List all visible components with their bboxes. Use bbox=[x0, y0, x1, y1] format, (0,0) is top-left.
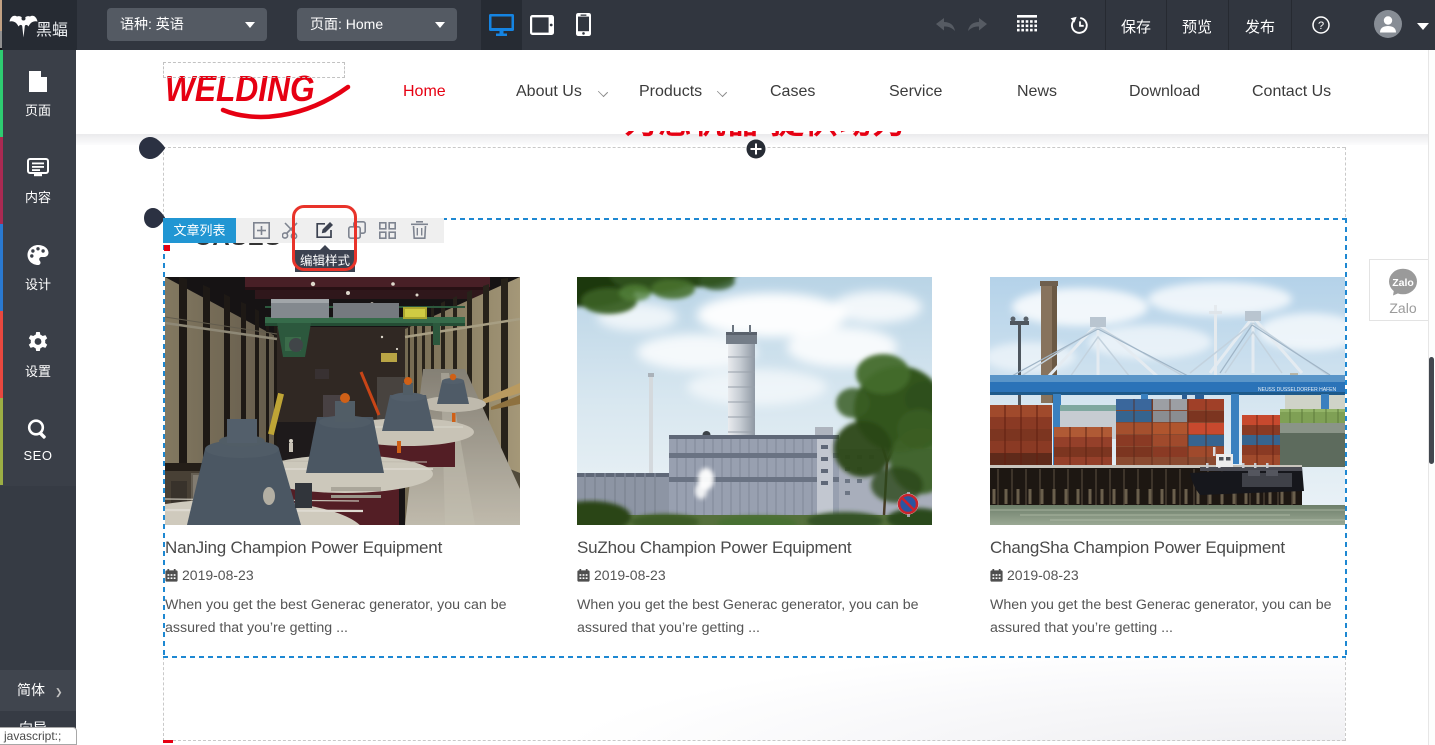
svg-text:?: ? bbox=[1318, 20, 1324, 32]
svg-text:NEUSS DUSSELDORFER HAFEN: NEUSS DUSSELDORFER HAFEN bbox=[1258, 387, 1336, 393]
svg-text:Zalo: Zalo bbox=[1392, 277, 1414, 289]
